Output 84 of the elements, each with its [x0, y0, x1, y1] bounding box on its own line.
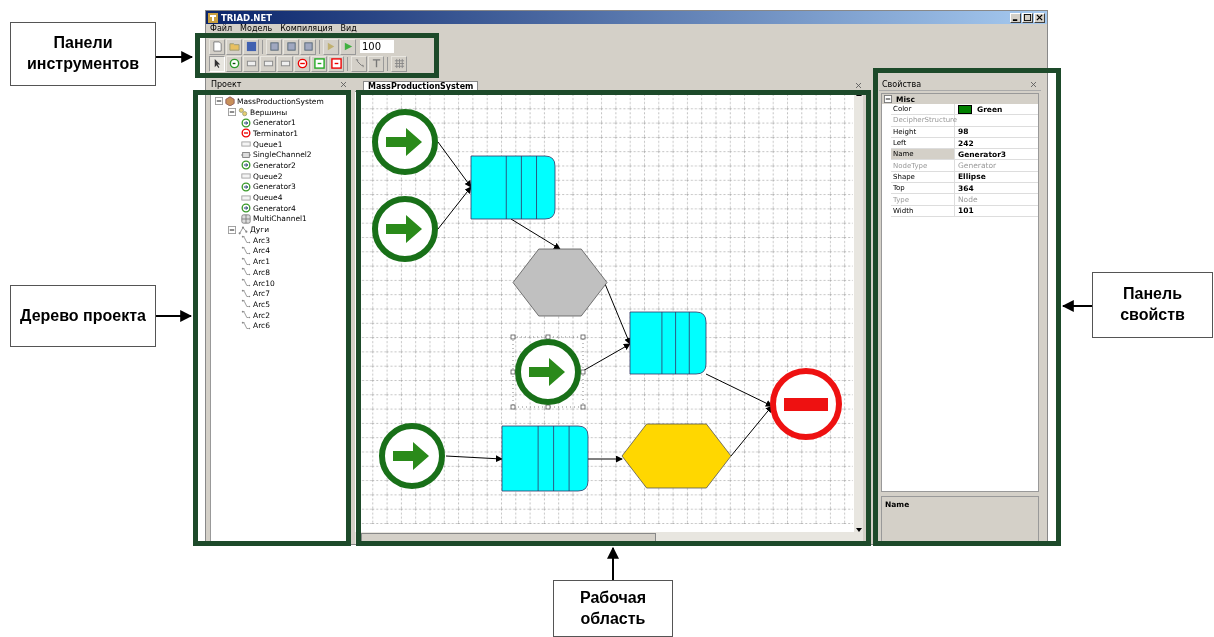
callout-arrow	[155, 310, 193, 322]
rectangle-icon	[279, 58, 291, 69]
menu-item[interactable]: Модель	[240, 24, 273, 33]
document-icon	[211, 41, 223, 52]
play-icon	[342, 41, 354, 52]
connector-arrow	[587, 455, 623, 463]
connector-icon	[241, 235, 251, 246]
text-icon	[370, 58, 382, 69]
menu-item[interactable]: Компиляция	[280, 24, 333, 33]
hexagon-node[interactable]	[512, 248, 608, 317]
close-icon	[1031, 82, 1036, 87]
connector-arrow	[437, 141, 472, 188]
connector-icon	[241, 278, 251, 289]
callout-arrow	[607, 546, 619, 581]
minus-circle-icon	[296, 58, 308, 69]
square-icon	[313, 58, 325, 69]
panel-title: Проект	[211, 80, 242, 89]
grid-icon	[393, 58, 405, 69]
arrow-circle-icon	[241, 160, 251, 171]
folder-icon	[228, 41, 240, 52]
connector-arrow	[437, 186, 472, 230]
arrow-circle-icon	[241, 181, 251, 192]
connector-arrow	[510, 218, 561, 250]
queue-node[interactable]	[629, 311, 707, 375]
rectangle-icon	[245, 58, 257, 69]
hexagon-node[interactable]	[621, 423, 732, 489]
callout-arrow	[155, 51, 194, 63]
callout-arrow	[1061, 300, 1093, 312]
square-icon	[330, 58, 342, 69]
close-icon	[1036, 14, 1043, 21]
box-icon	[225, 96, 235, 107]
scroll-up-icon[interactable]	[855, 92, 862, 96]
collapse-icon[interactable]	[215, 97, 223, 106]
collapse-icon[interactable]	[228, 108, 236, 117]
minimize-button[interactable]	[1010, 12, 1021, 23]
rectangle-icon	[241, 149, 251, 160]
close-icon	[341, 82, 346, 87]
arrow-circle-icon	[241, 203, 251, 214]
queue-node[interactable]	[501, 425, 589, 492]
menu-item[interactable]: Вид	[340, 24, 357, 33]
toolbar-button[interactable]	[209, 55, 225, 72]
maximize-button[interactable]	[1022, 12, 1033, 23]
rectangle-icon	[241, 213, 251, 224]
window-title: TRIAD.NET	[221, 12, 273, 23]
connector-icon	[353, 58, 365, 69]
connector-arrow	[445, 455, 503, 463]
collapse-icon[interactable]	[228, 225, 236, 234]
collapse-icon[interactable]	[884, 95, 892, 103]
connector-icon	[241, 267, 251, 278]
square-icon	[302, 41, 314, 52]
connector-icon	[241, 245, 251, 256]
callout-label: Панель свойств	[1092, 272, 1213, 338]
rectangle-icon	[241, 171, 251, 182]
menu-item[interactable]: Файл	[210, 24, 233, 33]
close-button[interactable]	[1034, 12, 1045, 23]
connector-icon	[241, 299, 251, 310]
graph-icon	[238, 224, 248, 235]
nodes-icon	[238, 107, 248, 118]
square-icon	[268, 41, 280, 52]
play-icon	[325, 41, 337, 52]
zoom-field[interactable]: 100	[360, 40, 394, 53]
panel-title: Свойства	[882, 80, 922, 89]
arrow-circle-icon	[228, 58, 240, 69]
rectangle-icon	[262, 58, 274, 69]
callout-label: Рабочая область	[553, 580, 673, 637]
floppy-icon	[245, 41, 257, 52]
rectangle-icon	[241, 192, 251, 203]
arrow-circle-icon	[241, 117, 251, 128]
queue-node[interactable]	[470, 155, 556, 220]
connector-icon	[241, 310, 251, 321]
app-icon	[208, 12, 218, 23]
connector-icon	[241, 320, 251, 331]
minus-circle-icon	[241, 128, 251, 139]
callout-label: Дерево проекта	[10, 285, 156, 347]
square-icon	[285, 41, 297, 52]
vertical-scrollbar[interactable]	[854, 92, 863, 532]
callout-label: Панели инструментов	[10, 22, 156, 86]
connector-icon	[241, 256, 251, 267]
document-tab[interactable]: MassProductionSystem	[363, 81, 479, 91]
close-icon	[856, 82, 861, 88]
rectangle-icon	[241, 139, 251, 150]
generator-node[interactable]	[510, 334, 586, 410]
connector-icon	[241, 288, 251, 299]
maximize-icon	[1024, 14, 1031, 21]
